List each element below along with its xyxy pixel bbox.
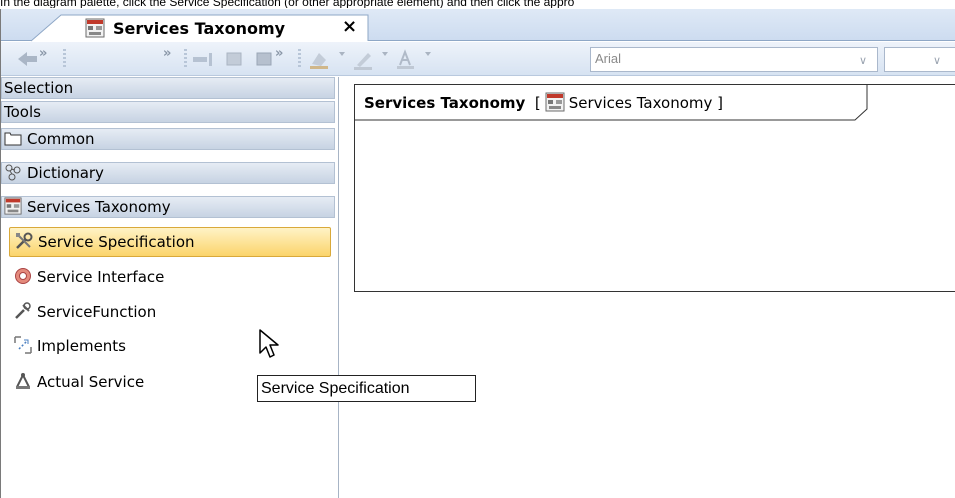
toolbar-grip[interactable]	[298, 49, 301, 69]
chevron-down-icon: ∨	[933, 54, 942, 67]
frame-title: Services Taxonomy	[364, 94, 526, 112]
palette-group-services-taxonomy[interactable]: Services Taxonomy	[1, 196, 335, 218]
insert-row-icon[interactable]	[191, 48, 217, 70]
palette-group-dictionary[interactable]: Dictionary	[1, 162, 335, 184]
palette-item-label: Service Specification	[38, 233, 195, 251]
palette-group-tools[interactable]: Tools	[1, 101, 335, 123]
tab-services-taxonomy[interactable]: Services Taxonomy ×	[31, 14, 369, 42]
toolbar-overflow-icon[interactable]: »	[275, 46, 283, 61]
taxonomy-diagram-icon	[4, 197, 22, 215]
palette-item-label: Service Interface	[37, 268, 165, 286]
toolbar-grip[interactable]	[63, 49, 66, 69]
palette-group-label: Common	[27, 130, 95, 148]
diagram-canvas[interactable]: Services Taxonomy [ Services Taxonomy ]	[341, 77, 955, 498]
font-size-select[interactable]: ∨	[884, 47, 955, 72]
frame-close-bracket: ]	[717, 94, 724, 112]
shape-icon[interactable]	[223, 48, 245, 70]
toolbar-grip[interactable]	[184, 49, 187, 69]
palette-group-label: Tools	[4, 103, 41, 121]
palette-item-implements[interactable]: Implements	[9, 331, 331, 361]
diagram-tab-strip: Services Taxonomy ×	[1, 9, 955, 42]
image-icon[interactable]	[253, 48, 275, 70]
palette-group-label: Dictionary	[27, 164, 104, 182]
palette-group-common[interactable]: Common	[1, 128, 335, 150]
palette-group-selection[interactable]: Selection	[1, 77, 335, 99]
fill-color-icon[interactable]	[307, 48, 333, 70]
toolbar-overflow-icon[interactable]: »	[163, 46, 171, 61]
diagram-frame[interactable]: Services Taxonomy [ Services Taxonomy ]	[354, 84, 955, 292]
chevron-down-icon: ∨	[858, 54, 867, 67]
taxonomy-diagram-icon	[85, 18, 105, 38]
text-color-dropdown-icon[interactable]	[425, 52, 431, 56]
service-interface-icon	[15, 268, 31, 284]
line-color-icon[interactable]	[351, 48, 377, 70]
font-family-select[interactable]: Arial ∨	[590, 47, 878, 72]
instruction-text: In the diagram palette, click the Servic…	[0, 0, 575, 8]
palette-item-service-specification[interactable]: Service Specification	[9, 227, 331, 257]
close-tab-icon[interactable]: ×	[342, 18, 357, 36]
application-window: Services Taxonomy × » » » Arial ∨ ∨ Sele…	[0, 9, 955, 498]
mouse-pointer-icon	[259, 329, 279, 358]
actual-service-icon	[16, 372, 30, 389]
implements-icon	[14, 336, 32, 354]
palette-group-label: Services Taxonomy	[27, 198, 171, 216]
toolbar-overflow-icon[interactable]: »	[39, 46, 47, 61]
service-function-icon	[15, 302, 31, 319]
palette-item-label: Implements	[37, 337, 126, 355]
fill-color-dropdown-icon[interactable]	[339, 52, 345, 56]
frame-open-bracket: [	[534, 94, 541, 112]
frame-ref-name: Services Taxonomy	[568, 94, 713, 112]
line-color-dropdown-icon[interactable]	[382, 52, 388, 56]
tab-label: Services Taxonomy	[113, 19, 286, 38]
palette-group-label: Selection	[4, 79, 74, 97]
text-color-icon[interactable]	[393, 48, 419, 70]
diagram-toolbar: » » » Arial ∨ ∨	[1, 42, 955, 76]
palette-item-service-interface[interactable]: Service Interface	[9, 262, 331, 292]
frame-title-text: Services Taxonomy [ Services Taxonomy ]	[364, 92, 723, 112]
taxonomy-diagram-icon	[545, 92, 565, 112]
palette-item-service-function[interactable]: ServiceFunction	[9, 297, 331, 327]
font-family-value: Arial	[595, 51, 622, 66]
dictionary-icon	[5, 164, 21, 181]
wrench-screwdriver-icon	[16, 232, 33, 249]
palette-item-label: Actual Service	[37, 373, 145, 391]
back-arrow-icon[interactable]	[15, 48, 41, 70]
palette-item-label: ServiceFunction	[37, 303, 157, 321]
tooltip: Service Specification	[257, 375, 476, 402]
folder-icon	[4, 132, 22, 146]
diagram-palette: Selection Tools Common Dictionary Servic…	[1, 77, 339, 498]
